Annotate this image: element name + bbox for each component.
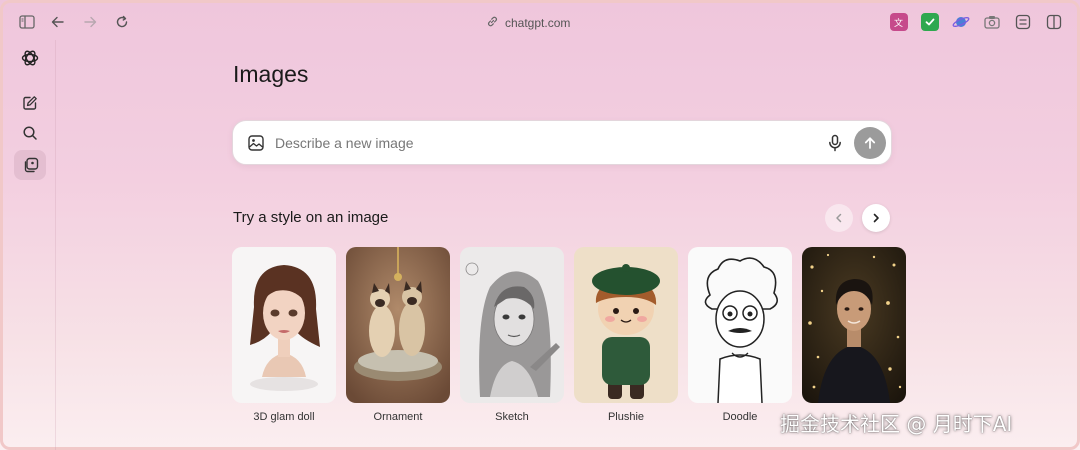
sidebar-toggle-icon[interactable] bbox=[17, 12, 37, 32]
images-icon[interactable] bbox=[14, 150, 46, 180]
style-card-sketch[interactable] bbox=[460, 247, 564, 403]
carousel-next-button[interactable] bbox=[862, 204, 890, 232]
sketch-image bbox=[460, 247, 564, 403]
style-card-photo[interactable] bbox=[802, 247, 906, 403]
search-icon[interactable] bbox=[14, 118, 46, 148]
doodle-image bbox=[688, 247, 792, 403]
sidebar bbox=[0, 40, 56, 450]
camera-extension-icon[interactable] bbox=[983, 13, 1001, 31]
reader-icon[interactable] bbox=[1014, 13, 1032, 31]
url-text: chatgpt.com bbox=[505, 16, 571, 30]
planet-extension-icon[interactable] bbox=[952, 13, 970, 31]
image-prompt-input[interactable] bbox=[275, 131, 795, 155]
reload-icon[interactable] bbox=[112, 12, 132, 32]
carousel-prev-button[interactable] bbox=[825, 204, 853, 232]
link-icon bbox=[486, 15, 499, 31]
plushie-image bbox=[574, 247, 678, 403]
styles-section-title: Try a style on an image bbox=[233, 209, 389, 226]
send-button[interactable] bbox=[854, 127, 886, 159]
style-card-label: Sketch bbox=[495, 411, 529, 423]
ornament-image bbox=[346, 247, 450, 403]
forward-icon[interactable] bbox=[80, 12, 100, 32]
style-card-label: Ornament bbox=[373, 411, 423, 423]
back-icon[interactable] bbox=[48, 12, 68, 32]
style-card-label: Doodle bbox=[722, 411, 758, 423]
glam-doll-image bbox=[232, 247, 336, 403]
translate-extension-icon[interactable]: 文 bbox=[890, 13, 908, 31]
portrait-photo-image bbox=[802, 247, 906, 403]
checkmark-extension-icon[interactable] bbox=[921, 13, 939, 31]
new-chat-icon[interactable] bbox=[14, 88, 46, 118]
page-title: Images bbox=[233, 61, 309, 87]
style-card-label: Plushie bbox=[607, 411, 645, 423]
style-card-doodle[interactable] bbox=[688, 247, 792, 403]
address-bar[interactable]: chatgpt.com bbox=[486, 14, 570, 32]
style-card-ornament[interactable] bbox=[346, 247, 450, 403]
image-prompt-composer bbox=[232, 120, 892, 165]
style-card-label: 3D glam doll bbox=[253, 411, 315, 423]
watermark-text: 掘金技术社区 @ 月时下AI bbox=[780, 412, 1013, 436]
style-card-3d-glam-doll[interactable] bbox=[232, 247, 336, 403]
svg-text:文: 文 bbox=[894, 17, 903, 28]
microphone-icon[interactable] bbox=[825, 133, 845, 153]
add-image-icon[interactable] bbox=[247, 134, 265, 152]
split-view-icon[interactable] bbox=[1045, 13, 1063, 31]
chatgpt-logo-icon[interactable] bbox=[14, 43, 46, 73]
browser-toolbar: chatgpt.com 文 bbox=[0, 0, 1080, 44]
style-card-plushie[interactable] bbox=[574, 247, 678, 403]
